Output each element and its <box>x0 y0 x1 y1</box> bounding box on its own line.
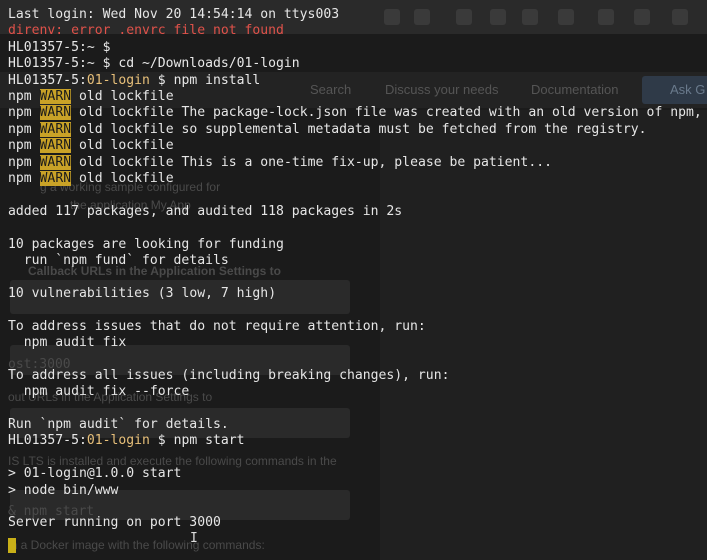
terminal-text: To address all issues (including breakin… <box>8 367 450 383</box>
terminal-text: Server running on port 3000 <box>8 515 221 531</box>
terminal-text: npm <box>8 171 40 186</box>
terminal-text: old lockfile <box>71 138 174 154</box>
terminal-text: 01-login <box>86 72 150 88</box>
warn-badge: WARN <box>39 138 72 154</box>
terminal-line: Run `npm audit` for details. <box>8 417 229 433</box>
terminal-line: Server running on port 3000 <box>8 515 221 531</box>
text-cursor-icon: I <box>190 531 198 546</box>
terminal-text: direnv: error .envrc file not found <box>8 23 284 39</box>
terminal-line: Last login: Wed Nov 20 14:54:14 on ttys0… <box>8 7 339 23</box>
terminal-text: high <box>236 285 269 301</box>
terminal-text: npm <box>8 89 40 104</box>
terminal-line: 10 vulnerabilities (3 low, 7 high) <box>8 286 276 302</box>
warn-badge: WARN <box>39 171 72 186</box>
terminal-line: > node bin/www <box>8 483 118 499</box>
terminal-text: HL01357-5:~ $ cd ~/Downloads/01-login <box>8 56 300 72</box>
terminal-line: npm WARN old lockfile <box>8 89 174 105</box>
terminal-text: 10 vulnerabilities (3 <box>8 285 182 301</box>
terminal-line: To address all issues (including breakin… <box>8 368 449 384</box>
warn-badge: WARN <box>39 154 72 170</box>
terminal-line: To address issues that do not require at… <box>8 319 426 335</box>
terminal-text: $ npm install <box>149 72 261 88</box>
terminal-text: > 01-login@1.0.0 start <box>8 466 182 482</box>
terminal-line: HL01357-5:~ $ cd ~/Downloads/01-login <box>8 56 300 72</box>
terminal-text: 10 packages are looking for funding <box>8 236 284 252</box>
terminal-text: old lockfile The package-lock.json file … <box>71 105 702 121</box>
terminal-window[interactable]: Last login: Wed Nov 20 14:54:14 on ttys0… <box>0 0 707 560</box>
terminal-text: > node bin/www <box>8 482 119 498</box>
terminal-line: direnv: error .envrc file not found <box>8 23 284 39</box>
terminal-line: npm WARN old lockfile <box>8 138 174 154</box>
terminal-text: $ npm start <box>149 433 245 449</box>
terminal-text: npm <box>8 121 40 137</box>
terminal-text: HL01357-5: <box>8 72 87 88</box>
terminal-line: 10 packages are looking for funding <box>8 237 284 253</box>
terminal-text: run `npm fund` for details <box>8 253 229 268</box>
terminal-line: run `npm fund` for details <box>8 253 229 269</box>
terminal-text: 01-login <box>86 433 150 449</box>
terminal-text: npm audit fix <box>8 335 127 350</box>
terminal-text: HL01357-5:~ $ <box>8 39 111 55</box>
terminal-cursor <box>8 538 16 553</box>
terminal-line: added 117 packages, and audited 118 pack… <box>8 204 402 220</box>
terminal-line: > 01-login@1.0.0 start <box>8 466 181 482</box>
terminal-line: HL01357-5:~ $ <box>8 40 110 56</box>
terminal-text: added 117 packages, and audited 118 pack… <box>8 203 403 219</box>
terminal-text: npm <box>8 138 40 154</box>
warn-badge: WARN <box>39 89 72 104</box>
terminal-text: old lockfile <box>71 171 174 186</box>
terminal-line: HL01357-5:01-login $ npm start <box>8 433 245 449</box>
terminal-text: Last login: Wed Nov 20 14:54:14 on ttys0… <box>8 7 340 22</box>
terminal-text: ) <box>268 285 277 301</box>
terminal-line: npm audit fix --force <box>8 384 190 400</box>
terminal-text: npm audit fix --force <box>8 384 190 400</box>
terminal-text: old lockfile This is a one-time fix-up, … <box>71 154 552 170</box>
terminal-text: HL01357-5: <box>8 433 87 449</box>
terminal-text: npm <box>8 105 40 121</box>
terminal-line: npm WARN old lockfile The package-lock.j… <box>8 105 702 121</box>
terminal-text: old lockfile so supplemental metadata mu… <box>71 121 647 137</box>
warn-badge: WARN <box>39 121 72 137</box>
terminal-text: To address issues that do not require at… <box>8 318 426 334</box>
terminal-line: npm WARN old lockfile <box>8 171 174 187</box>
terminal-text: npm <box>8 154 40 170</box>
terminal-text: old lockfile <box>71 89 174 104</box>
warn-badge: WARN <box>39 105 72 121</box>
terminal-line: npm WARN old lockfile This is a one-time… <box>8 154 552 171</box>
terminal-line: npm audit fix <box>8 335 126 351</box>
terminal-line: HL01357-5:01-login $ npm install <box>8 73 260 89</box>
terminal-text: , 7 <box>205 285 237 301</box>
terminal-text: low <box>181 285 206 301</box>
terminal-line: npm WARN old lockfile so supplemental me… <box>8 121 647 138</box>
terminal-text: Run `npm audit` for details. <box>8 417 229 432</box>
